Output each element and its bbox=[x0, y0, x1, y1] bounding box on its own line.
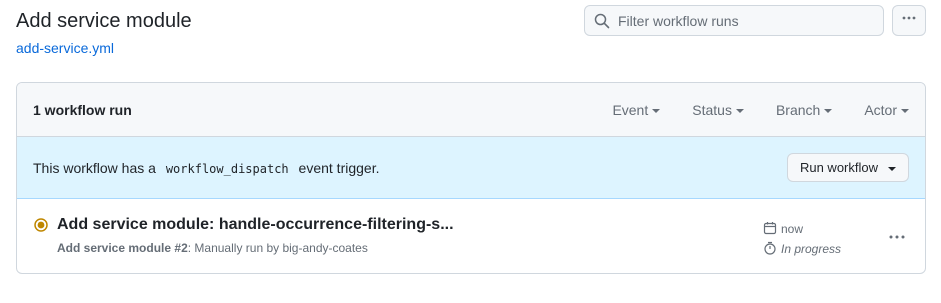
filter-event-label: Event bbox=[612, 101, 649, 118]
triangle-down-icon bbox=[824, 108, 833, 113]
run-meta: Add service module #2: Manually run by b… bbox=[57, 241, 368, 255]
filter-status[interactable]: Status bbox=[692, 102, 744, 118]
dispatch-text: This workflow has a workflow_dispatch ev… bbox=[33, 160, 787, 176]
dispatch-text-before: This workflow has a bbox=[33, 159, 156, 176]
kebab-horizontal-icon bbox=[901, 10, 917, 31]
kebab-horizontal-icon bbox=[888, 227, 906, 245]
run-workflow-label: Run workflow bbox=[799, 160, 878, 175]
page-title: Add service module bbox=[16, 10, 192, 32]
filter-branch[interactable]: Branch bbox=[775, 101, 833, 118]
search-box[interactable] bbox=[584, 5, 884, 36]
dispatch-banner: This workflow has a workflow_dispatch ev… bbox=[17, 137, 925, 199]
triangle-down-icon bbox=[652, 108, 661, 113]
run-time-column: now In progress bbox=[763, 219, 841, 259]
calendar-icon bbox=[763, 221, 781, 238]
triangle-down-icon bbox=[735, 108, 744, 113]
search-icon bbox=[594, 13, 610, 29]
dispatch-trigger-code: workflow_dispatch bbox=[165, 161, 289, 176]
run-description: : Manually run by big-andy-coates bbox=[187, 241, 368, 255]
workflow-file-link[interactable]: add-service.yml bbox=[16, 40, 114, 56]
runs-box-header: 1 workflow run Event Status Branch Actor bbox=[17, 83, 925, 137]
triangle-down-icon bbox=[888, 166, 896, 171]
run-number: #2 bbox=[174, 241, 188, 255]
run-title-link[interactable]: Add service module: handle-occurrence-fi… bbox=[57, 216, 454, 234]
filter-status-label: Status bbox=[692, 101, 732, 118]
workflow-run-row[interactable]: Add service module: handle-occurrence-fi… bbox=[17, 199, 925, 273]
filter-actor-label: Actor bbox=[864, 101, 897, 118]
filter-event[interactable]: Event bbox=[612, 101, 661, 118]
run-count: 1 workflow run bbox=[33, 101, 132, 118]
run-time-line: now bbox=[763, 219, 841, 239]
page-more-button[interactable] bbox=[892, 5, 926, 36]
filter-branch-label: Branch bbox=[775, 101, 821, 118]
workflow-runs-box: 1 workflow run Event Status Branch Actor… bbox=[16, 82, 926, 274]
run-workflow-name: Add service module bbox=[57, 241, 172, 255]
filter-runs-input[interactable] bbox=[618, 6, 883, 35]
triangle-down-icon bbox=[901, 108, 909, 113]
run-status: In progress bbox=[781, 242, 842, 256]
run-workflow-button[interactable]: Run workflow bbox=[786, 153, 909, 182]
in-progress-dot-icon bbox=[34, 218, 48, 232]
run-more-button[interactable] bbox=[883, 226, 911, 246]
filter-actor[interactable]: Actor bbox=[864, 102, 909, 118]
stopwatch-icon bbox=[763, 241, 781, 258]
run-duration-line: In progress bbox=[763, 239, 841, 259]
dispatch-text-after: event trigger. bbox=[298, 159, 380, 176]
run-time: now bbox=[781, 222, 804, 236]
